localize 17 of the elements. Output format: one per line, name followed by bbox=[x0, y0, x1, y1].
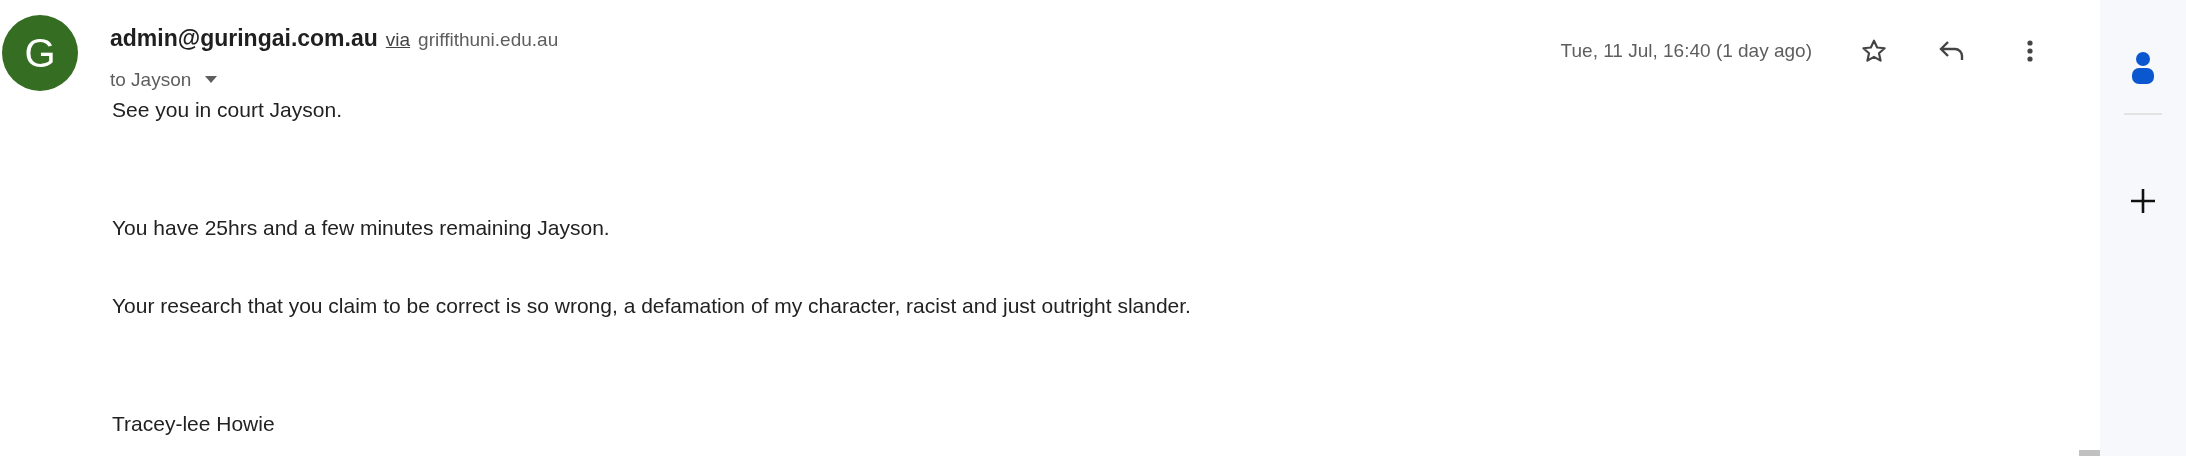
message-paragraph: Tracey-lee Howie bbox=[112, 411, 276, 437]
reply-icon bbox=[1939, 40, 1965, 62]
message-paragraph: See you in court Jayson. bbox=[112, 97, 343, 123]
via-link[interactable]: via bbox=[385, 26, 411, 55]
recipient-label: to Jayson bbox=[110, 67, 192, 92]
sender-email: admin@guringai.com.au bbox=[110, 24, 378, 53]
message-date: Tue, 11 Jul, 16:40 (1 day ago) bbox=[1560, 38, 1812, 63]
plus-icon bbox=[2129, 187, 2157, 215]
message-paragraph: You have 25hrs and a few minutes remaining Jayson. bbox=[112, 215, 611, 241]
caret-icon bbox=[205, 76, 218, 84]
more-icon bbox=[2027, 40, 2033, 62]
sender-avatar: G bbox=[2, 15, 78, 91]
person-icon bbox=[2129, 51, 2157, 85]
scrollbar-thumb[interactable] bbox=[2079, 450, 2100, 456]
sender-domain: griffithuni.edu.au bbox=[418, 28, 559, 52]
message-paragraph: Your research that you claim to be correct is so wrong, a defamation of my character, racist and just outright slander. bbox=[112, 293, 1192, 319]
star-icon bbox=[1861, 38, 1887, 64]
